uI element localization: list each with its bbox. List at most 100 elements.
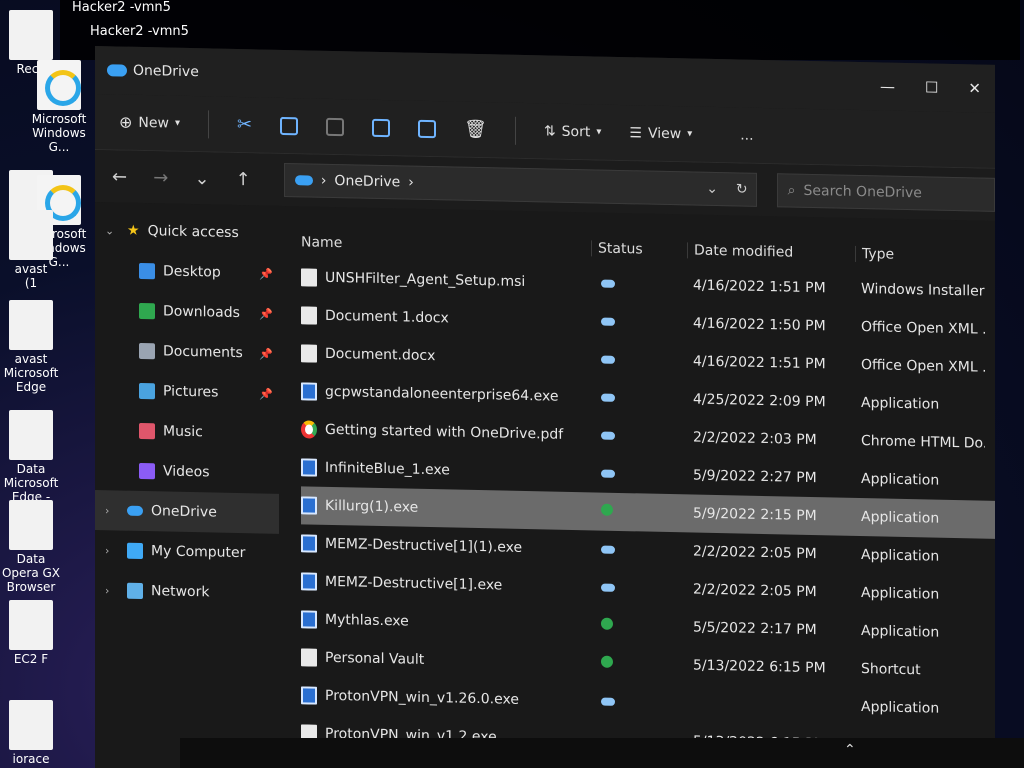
file-name-cell[interactable]: Document 1.docx [301, 306, 591, 330]
documents-folder-icon [139, 342, 155, 360]
file-name-cell[interactable]: Killurg(1).exe [301, 496, 591, 520]
application-icon [301, 534, 317, 553]
sort-arrows-icon: ⇅ [543, 122, 556, 140]
paste-icon [326, 117, 345, 136]
maximize-button[interactable]: ☐ [925, 78, 938, 96]
cloud-status-icon [601, 355, 615, 364]
sidebar-item-downloads[interactable]: Downloads 📌 [95, 290, 279, 334]
date-modified-cell: 5/5/2022 2:17 PM [693, 619, 817, 639]
sidebar-item-videos[interactable]: Videos [95, 450, 279, 494]
navigation-pane: ⌄ ★ Quick access Desktop 📌 Downloads 📌 Docum… [95, 202, 279, 768]
address-dropdown-icon[interactable]: ⌄ [706, 181, 718, 197]
status-cell [591, 275, 687, 293]
file-name-cell[interactable]: Mythlas.exe [301, 610, 591, 634]
chevron-up-icon[interactable]: ⌃ [844, 742, 856, 758]
desktop-icon[interactable]: iorace [0, 700, 62, 766]
file-name-cell[interactable]: Getting started with OneDrive.pdf [301, 420, 591, 444]
sort-button[interactable]: ⇅ Sort ▾ [544, 123, 601, 140]
chevron-down-icon: ▾ [596, 126, 602, 138]
toolbar-divider-2 [514, 116, 516, 145]
up-button[interactable]: ↑ [233, 168, 254, 189]
sidebar-item-network[interactable]: › Network [95, 570, 279, 614]
chevron-right-icon[interactable]: › [105, 544, 119, 557]
file-icon [9, 410, 53, 460]
sidebar-item-pictures[interactable]: Pictures 📌 [95, 370, 279, 414]
type-cell: Application [861, 585, 940, 603]
file-explorer-window[interactable]: OneDrive — ☐ ✕ ⊕ New ▾ ✂ 🗑 ⇅ Sort ▾ ☰ Vi… [95, 46, 995, 768]
column-header-name[interactable]: Name [301, 234, 591, 256]
minimize-button[interactable]: — [880, 77, 895, 95]
file-icon [9, 700, 53, 750]
file-name-cell[interactable]: Document.docx [301, 344, 591, 368]
refresh-icon[interactable]: ↻ [736, 181, 748, 197]
address-bar[interactable]: › OneDrive › ⌄ ↻ [283, 162, 757, 207]
sidebar-item-quick-access[interactable]: ⌄ ★ Quick access [95, 210, 279, 254]
desktop-icon[interactable]: avast (1 [0, 210, 62, 290]
pin-icon[interactable]: 📌 [259, 347, 273, 360]
paste-button[interactable] [326, 117, 345, 136]
chevron-down-icon[interactable]: ⌄ [105, 224, 119, 237]
pin-icon[interactable]: 📌 [259, 307, 273, 320]
sidebar-item-label: My Computer [151, 543, 246, 562]
desktop-icon[interactable]: Data Opera GX Browser [0, 500, 62, 594]
desktop-icon[interactable]: Microsoft Windows G... [28, 60, 90, 154]
breadcrumb-onedrive[interactable]: OneDrive [334, 173, 400, 190]
forward-button[interactable]: → [150, 167, 171, 188]
chevron-right-icon[interactable]: › [105, 584, 119, 597]
search-input[interactable]: ⌕ Search OneDrive [776, 173, 995, 212]
file-name-cell[interactable]: UNSHFilter_Agent_Setup.msi [301, 268, 591, 292]
file-name-cell[interactable]: Personal Vault [301, 648, 591, 672]
file-name-cell[interactable]: ProtonVPN_win_v1.26.0.exe [301, 686, 591, 710]
back-button[interactable]: ← [109, 166, 130, 187]
onedrive-cloud-icon [107, 64, 127, 77]
more-options-button[interactable]: ... [740, 127, 753, 143]
file-name-cell[interactable]: InfiniteBlue_1.exe [301, 458, 591, 482]
application-icon [301, 496, 317, 515]
music-folder-icon [139, 422, 155, 440]
delete-button[interactable]: 🗑 [464, 119, 487, 140]
new-button[interactable]: ⊕ New ▾ [119, 113, 180, 133]
breadcrumb-separator-icon: › [408, 174, 414, 191]
desktop-icon-label: iorace [12, 752, 50, 766]
close-button[interactable]: ✕ [968, 79, 981, 97]
column-header-type[interactable]: Type [855, 245, 985, 265]
desktop-icon[interactable]: avast Microsoft Edge [0, 300, 62, 394]
copy-button[interactable] [280, 116, 299, 135]
new-button-label: New [138, 114, 169, 132]
type-cell: Application [861, 395, 940, 413]
file-name-cell[interactable]: MEMZ-Destructive[1](1).exe [301, 534, 591, 558]
desktop-window-title: Hacker2 -vmn5 [72, 0, 171, 15]
sidebar-item-my-computer[interactable]: › My Computer [95, 530, 279, 574]
recent-locations-button[interactable]: ⌄ [191, 168, 212, 189]
view-button[interactable]: ☰ View ▾ [629, 125, 692, 142]
file-name-cell[interactable]: MEMZ-Destructive[1].exe [301, 572, 591, 596]
sidebar-item-music[interactable]: Music [95, 410, 279, 454]
desktop-icon[interactable]: EC2 F [0, 600, 62, 666]
column-header-status[interactable]: Status [591, 240, 687, 259]
pin-icon[interactable]: 📌 [259, 387, 273, 400]
status-cell [591, 579, 687, 597]
date-modified-cell: 5/13/2022 6:15 PM [693, 657, 826, 677]
pin-icon[interactable]: 📌 [259, 267, 273, 280]
rename-button[interactable] [372, 118, 391, 137]
sidebar-item-desktop[interactable]: Desktop 📌 [95, 250, 279, 294]
file-name: Getting started with OneDrive.pdf [325, 421, 564, 443]
application-icon [301, 686, 317, 705]
chevron-right-icon[interactable]: › [105, 504, 119, 517]
cut-button[interactable]: ✂ [237, 114, 252, 135]
cloud-status-icon [601, 431, 615, 440]
star-icon: ★ [127, 222, 140, 239]
share-icon [418, 119, 437, 138]
pictures-folder-icon [139, 382, 155, 400]
share-button[interactable] [418, 119, 437, 138]
file-name-cell[interactable]: gcpwstandaloneenterprise64.exe [301, 382, 591, 406]
trash-icon: 🗑 [464, 118, 487, 141]
synced-check-icon [601, 655, 613, 668]
sidebar-item-onedrive[interactable]: › OneDrive [95, 490, 279, 534]
sidebar-item-documents[interactable]: Documents 📌 [95, 330, 279, 374]
sidebar-item-label: Documents [163, 343, 243, 362]
date-modified-cell: 4/25/2022 2:09 PM [693, 391, 826, 411]
column-header-date[interactable]: Date modified [687, 242, 855, 262]
application-icon [301, 572, 317, 591]
computer-icon [127, 542, 143, 560]
